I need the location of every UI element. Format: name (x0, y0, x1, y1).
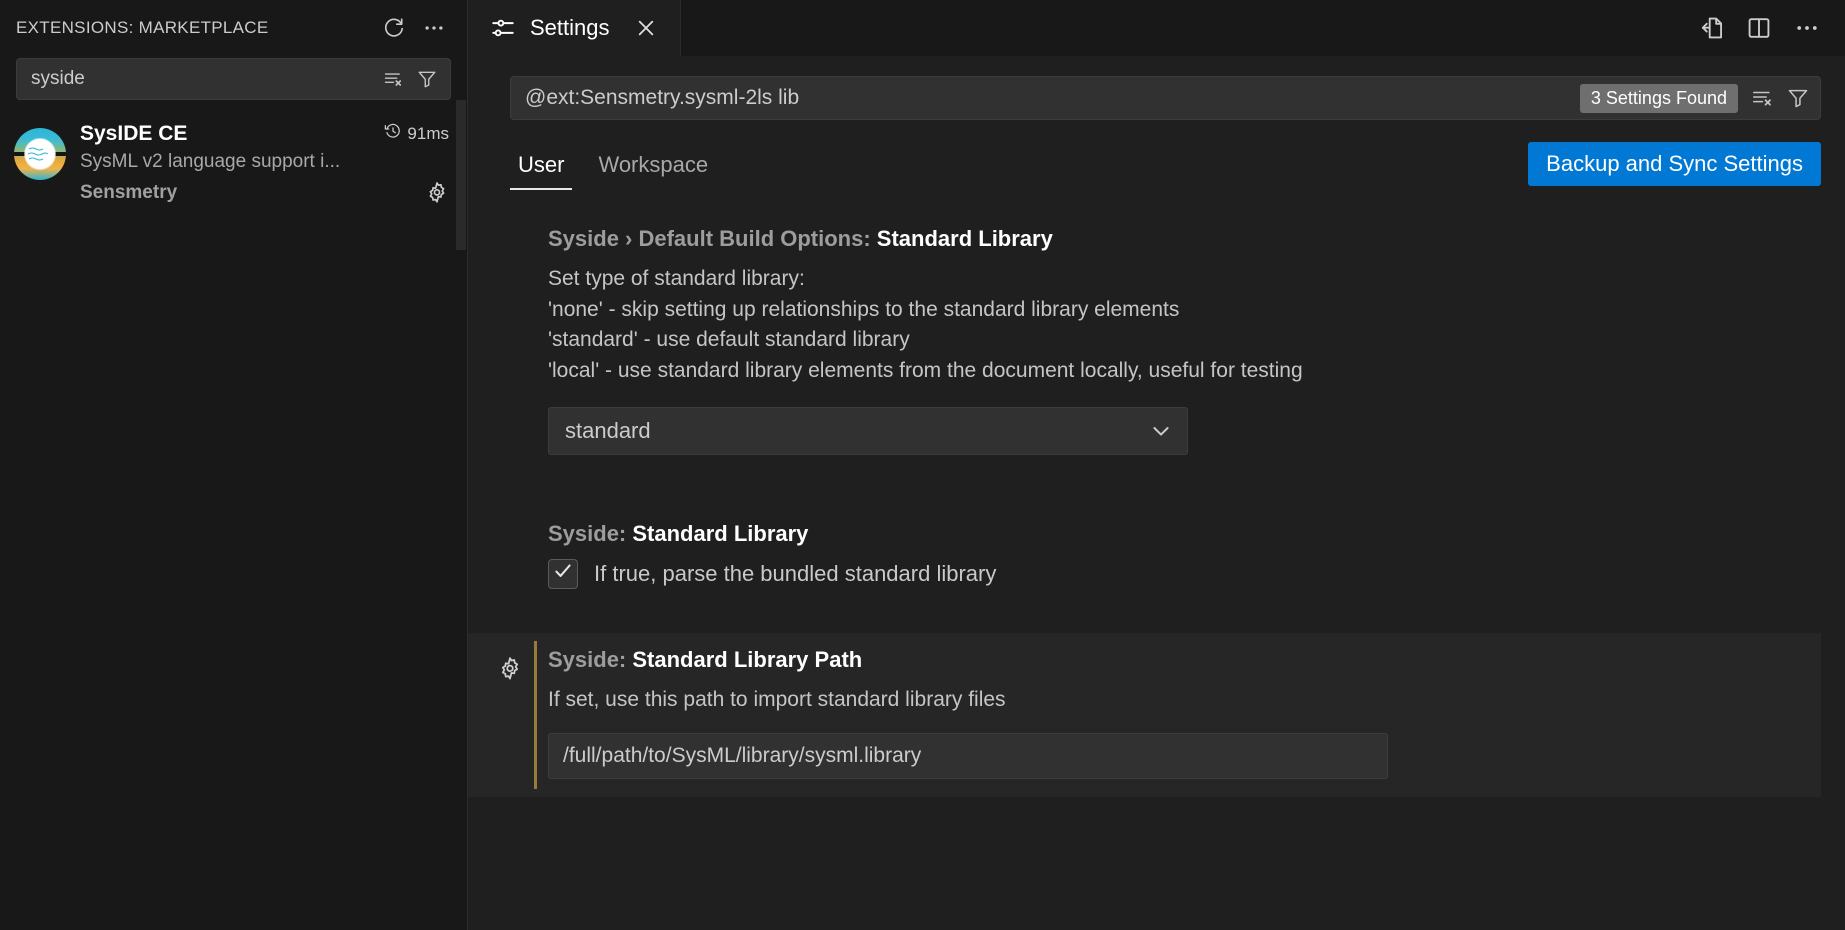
setting-row[interactable]: Syside › Default Build Options: Standard… (468, 212, 1821, 473)
clear-settings-search-icon[interactable] (1748, 84, 1776, 112)
history-icon (384, 122, 402, 145)
setting-description: Set type of standard library: 'none' - s… (548, 264, 1797, 387)
sidebar-scrollbar[interactable] (456, 100, 466, 250)
settings-found-badge: 3 Settings Found (1579, 83, 1738, 113)
extensions-search-value[interactable]: syside (31, 68, 380, 90)
tab-user[interactable]: User (510, 152, 573, 190)
setting-title: Syside: Standard Library (548, 521, 1797, 547)
setting-description-line: If set, use this path to import standard… (548, 687, 1006, 711)
editor-area: Settings @ext:Sensmetry.sysml-2ls lib 3 … (468, 0, 1845, 930)
setting-description: If set, use this path to import standard… (548, 685, 1797, 716)
backup-and-sync-settings-button[interactable]: Backup and Sync Settings (1528, 142, 1821, 186)
sysidece-extension-icon (14, 128, 66, 180)
extensions-search-input[interactable]: syside (16, 58, 451, 100)
setting-control-wrap: If true, parse the bundled standard libr… (548, 558, 1797, 589)
extension-title-row: SysIDE CE 91ms (80, 122, 449, 146)
list-item[interactable]: SysIDE CE 91ms SysML v2 language support… (0, 118, 467, 211)
sidebar-header-actions (379, 13, 449, 43)
extension-icon-wrap (14, 122, 66, 205)
standard-library-checkbox[interactable] (548, 558, 578, 589)
settings-list: Syside › Default Build Options: Standard… (468, 212, 1845, 798)
standard-library-dropdown[interactable]: standard (548, 406, 1188, 455)
extension-activation-time: 91ms (384, 122, 449, 145)
sidebar-title: EXTENSIONS: MARKETPLACE (16, 18, 269, 37)
extensions-search-icons (380, 66, 440, 92)
setting-description-line: 'none' - skip setting up relationships t… (548, 297, 1180, 321)
filter-icon[interactable] (414, 66, 440, 92)
setting-row[interactable]: Syside: Standard Library If true, parse … (468, 507, 1821, 607)
text-input-value: /full/path/to/SysML/library/sysml.librar… (563, 744, 922, 768)
editor-actions (1695, 0, 1845, 56)
sidebar-header: EXTENSIONS: MARKETPLACE (0, 0, 467, 56)
setting-description-line: 'standard' - use default standard librar… (548, 328, 910, 352)
extension-name: SysIDE CE (80, 122, 188, 145)
extension-description: SysML v2 language support i... (80, 151, 341, 172)
extension-timing-label: 91ms (407, 123, 449, 143)
globe-shape (25, 139, 55, 169)
clear-search-results-icon[interactable] (380, 66, 406, 92)
setting-title: Syside: Standard Library Path (548, 647, 1797, 673)
settings-search-icons (1748, 84, 1812, 112)
filter-settings-icon[interactable] (1784, 84, 1812, 112)
setting-row[interactable]: Syside: Standard Library Path If set, us… (468, 632, 1821, 798)
extension-body: SysIDE CE 91ms SysML v2 language support… (80, 122, 449, 205)
setting-title-leaf: Standard Library (876, 226, 1053, 251)
tabbar-spacer (680, 0, 1695, 56)
extensions-list: SysIDE CE 91ms SysML v2 language support… (0, 118, 467, 211)
settings-sliders-icon (490, 15, 516, 41)
editor-tabbar: Settings (468, 0, 1845, 56)
tab-settings[interactable]: Settings (468, 0, 681, 56)
setting-title-scope: Syside: (548, 520, 633, 546)
chevron-down-icon (1149, 419, 1173, 443)
setting-title-scope: Syside › Default Build Options: (548, 226, 877, 251)
split-editor-right-icon[interactable] (1743, 12, 1775, 44)
manage-gear-icon[interactable] (425, 181, 449, 205)
extensions-sidebar: EXTENSIONS: MARKETPLACE syside SysIDE CE… (0, 0, 468, 930)
refresh-icon[interactable] (379, 13, 409, 43)
extension-publisher-row: Sensmetry (80, 181, 449, 205)
extension-publisher: Sensmetry (80, 182, 178, 203)
setting-title-scope: Syside: (548, 646, 633, 672)
split-editor-in-group-icon[interactable] (1695, 12, 1727, 44)
settings-scope-tabs: User Workspace Backup and Sync Settings (468, 120, 1845, 190)
dropdown-value: standard (565, 417, 651, 443)
setting-control-wrap: standard (548, 406, 1797, 455)
settings-search-row: @ext:Sensmetry.sysml-2ls lib 3 Settings … (468, 56, 1845, 120)
setting-description-line: 'local' - use standard library elements … (548, 358, 1303, 382)
standard-library-path-input[interactable]: /full/path/to/SysML/library/sysml.librar… (548, 733, 1388, 780)
setting-title-leaf: Standard Library Path (632, 646, 863, 672)
settings-gear-icon[interactable] (496, 655, 524, 683)
settings-search-value[interactable]: @ext:Sensmetry.sysml-2ls lib (525, 86, 1580, 110)
more-actions-icon[interactable] (1791, 12, 1823, 44)
check-icon (552, 560, 574, 587)
extensions-search-row: syside (0, 58, 467, 100)
tab-label: Settings (530, 15, 610, 40)
close-icon[interactable] (632, 14, 660, 42)
setting-description-line: Set type of standard library: (548, 267, 805, 290)
settings-search-input[interactable]: @ext:Sensmetry.sysml-2ls lib 3 Settings … (510, 76, 1821, 120)
modified-indicator (534, 640, 537, 790)
vscode-window: EXTENSIONS: MARKETPLACE syside SysIDE CE… (0, 0, 1845, 930)
settings-editor: @ext:Sensmetry.sysml-2ls lib 3 Settings … (468, 56, 1845, 930)
setting-title: Syside › Default Build Options: Standard… (548, 226, 1797, 252)
checkbox-label: If true, parse the bundled standard libr… (594, 560, 997, 586)
setting-title-leaf: Standard Library (632, 520, 809, 546)
tab-workspace[interactable]: Workspace (590, 152, 716, 190)
more-actions-icon[interactable] (419, 13, 449, 43)
